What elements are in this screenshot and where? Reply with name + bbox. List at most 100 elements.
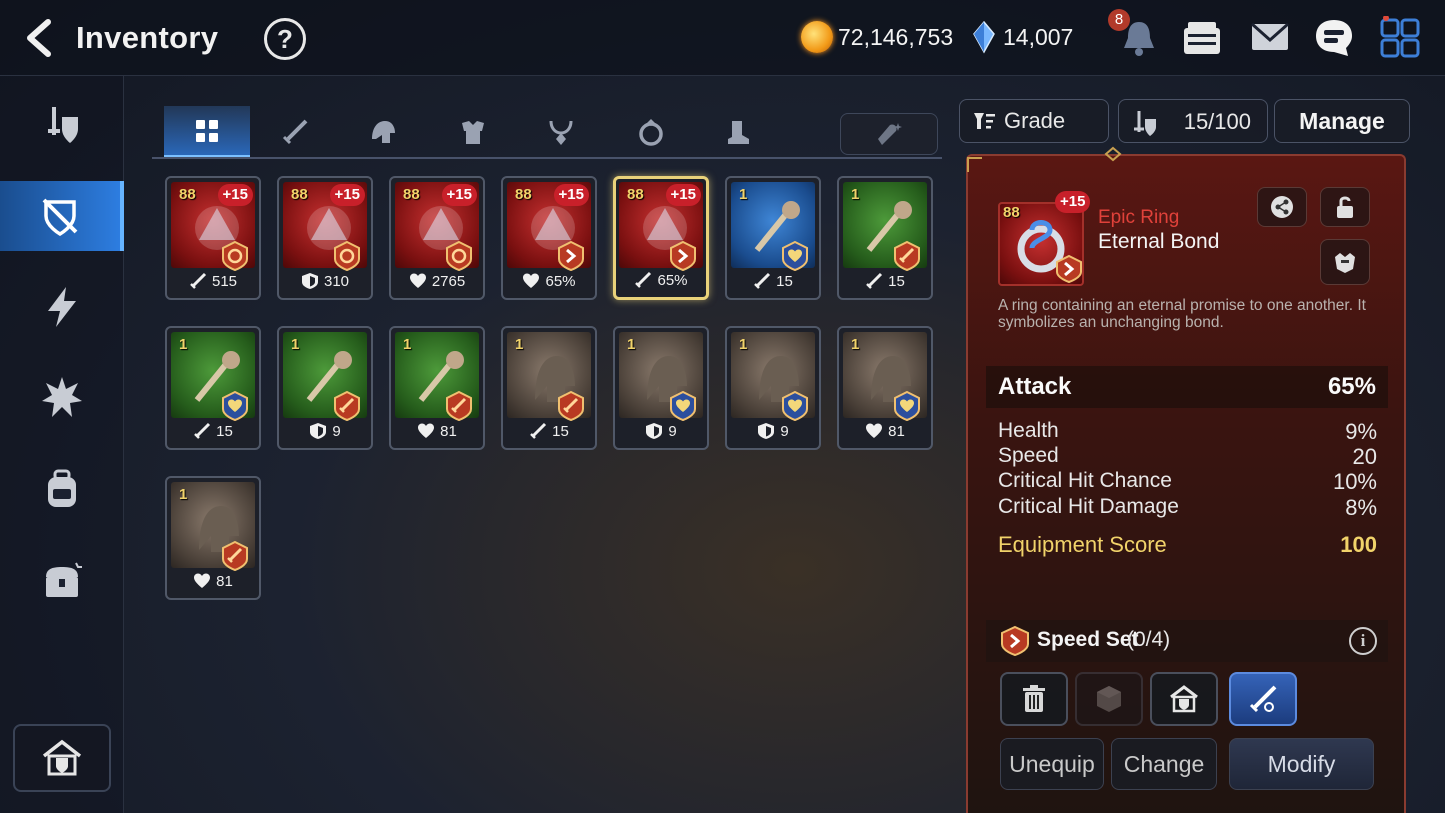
tab-ring[interactable] — [608, 106, 694, 158]
item-artwork: 1 — [171, 332, 255, 422]
treasure-chest-icon — [46, 562, 82, 597]
ring-icon — [639, 119, 663, 146]
item-artwork: 88 +15 — [619, 182, 703, 272]
inventory-item[interactable]: 1 81 — [837, 326, 933, 450]
tab-necklace[interactable] — [518, 106, 604, 158]
inventory-item[interactable]: 88 +15 310 — [277, 176, 373, 300]
burst-icon — [42, 377, 82, 417]
hero-helmet-icon — [1335, 253, 1355, 273]
item-stat-value: 9 — [780, 422, 789, 440]
unlock-icon — [1337, 196, 1353, 218]
unequip-button[interactable]: Unequip — [1000, 738, 1104, 790]
item-main-stat: 15 — [167, 417, 259, 445]
sub-stat-name: Critical Hit Chance — [998, 469, 1172, 492]
inventory-item[interactable]: 88 +15 515 — [165, 176, 261, 300]
nav-inventory[interactable] — [0, 181, 124, 251]
equipment-score-value: 100 — [1340, 532, 1377, 557]
tab-helmet[interactable] — [340, 106, 426, 158]
nav-treasure[interactable] — [0, 546, 124, 616]
main-menu-grid-icon[interactable] — [1378, 15, 1422, 60]
item-stat-value: 65% — [657, 271, 688, 289]
manage-button[interactable]: Manage — [1274, 99, 1410, 143]
item-level: 1 — [851, 336, 860, 353]
item-enhance-badge: +15 — [665, 184, 701, 206]
inventory-item[interactable]: 88 +15 65% — [613, 176, 709, 300]
attack-icon — [194, 422, 211, 439]
item-artwork: 1 — [395, 332, 479, 422]
item-enhance-badge: +15 — [553, 184, 589, 206]
item-artwork: 1 — [507, 332, 591, 422]
extract-button[interactable] — [1075, 672, 1143, 726]
attack-icon — [190, 272, 207, 289]
item-rarity: Epic Ring — [1098, 207, 1180, 228]
share-icon — [1271, 196, 1293, 218]
item-main-stat: 9 — [727, 417, 819, 445]
help-icon[interactable]: ? — [264, 18, 306, 60]
item-level: 1 — [291, 336, 300, 353]
storage-chest-icon[interactable] — [1180, 16, 1224, 60]
nav-enhance[interactable] — [0, 272, 124, 342]
armor-icon — [462, 121, 484, 144]
item-artwork: 1 — [843, 182, 927, 272]
share-button[interactable] — [1257, 187, 1307, 227]
sword-shield-icon — [48, 107, 78, 143]
nav-bag[interactable] — [0, 454, 124, 524]
grade-label: Grade — [1004, 108, 1066, 133]
main-stat-value: 65% — [1327, 373, 1376, 400]
attack-icon — [635, 271, 652, 288]
helmet-icon — [372, 121, 395, 143]
item-main-stat: 9 — [279, 417, 371, 445]
tab-all[interactable] — [164, 106, 250, 158]
hero-equip-button[interactable] — [1320, 239, 1370, 285]
back-arrow-icon[interactable] — [20, 16, 64, 60]
inventory-item[interactable]: 88 +15 2765 — [389, 176, 485, 300]
item-stat-value: 15 — [888, 272, 905, 290]
necklace-icon — [549, 120, 573, 145]
inventory-item[interactable]: 1 15 — [837, 176, 933, 300]
inventory-item[interactable]: 19 — [277, 326, 373, 450]
nav-hero-equipment[interactable] — [0, 90, 124, 160]
modify-button[interactable]: Modify — [1229, 738, 1374, 790]
storage-house-button[interactable] — [13, 724, 111, 792]
sword-icon — [282, 119, 308, 145]
crystal-amount: 14,007 — [1003, 24, 1074, 50]
boots-icon — [728, 121, 749, 144]
nav-artifacts[interactable] — [0, 362, 124, 432]
page-title: Inventory — [76, 20, 219, 55]
grade-sort-button[interactable]: Grade — [959, 99, 1109, 143]
grid-icon — [196, 119, 218, 142]
sell-button[interactable] — [1000, 672, 1068, 726]
chat-icon[interactable] — [1312, 16, 1356, 60]
item-artwork: 1 — [731, 182, 815, 272]
inventory-item[interactable]: 19 — [725, 326, 821, 450]
inventory-item[interactable]: 1 15 — [165, 326, 261, 450]
tab-boots[interactable] — [694, 106, 780, 158]
tab-armor[interactable] — [430, 106, 516, 158]
item-main-stat: 81 — [167, 567, 259, 595]
lock-button[interactable] — [1320, 187, 1370, 227]
inventory-item[interactable]: 19 — [613, 326, 709, 450]
crystal-icon[interactable] — [972, 20, 996, 54]
item-artwork: 88 +15 — [171, 182, 255, 272]
inventory-item[interactable]: 1 81 — [165, 476, 261, 600]
selected-item-level: 88 — [1003, 204, 1020, 221]
change-button[interactable]: Change — [1111, 738, 1217, 790]
reforge-button[interactable] — [1229, 672, 1297, 726]
inventory-item[interactable]: 1 15 — [725, 176, 821, 300]
tab-weapon[interactable] — [252, 106, 338, 158]
item-level: 1 — [739, 186, 748, 203]
inventory-item[interactable]: 1 81 — [389, 326, 485, 450]
inventory-item[interactable]: 1 15 — [501, 326, 597, 450]
attack-icon — [530, 422, 547, 439]
mail-icon[interactable] — [1248, 16, 1292, 60]
item-main-stat: 9 — [615, 417, 707, 445]
store-button[interactable] — [1150, 672, 1218, 726]
inventory-item[interactable]: 88 +15 65% — [501, 176, 597, 300]
item-name: Eternal Bond — [1098, 230, 1220, 253]
sub-stat-value: 8% — [1345, 495, 1377, 520]
gold-coin-icon[interactable] — [801, 21, 833, 53]
inventory-capacity-button[interactable]: 15/100 — [1118, 99, 1268, 143]
item-artwork: 88 +15 — [395, 182, 479, 272]
info-icon[interactable]: i — [1349, 627, 1377, 655]
sort-effects-button[interactable] — [840, 113, 938, 155]
